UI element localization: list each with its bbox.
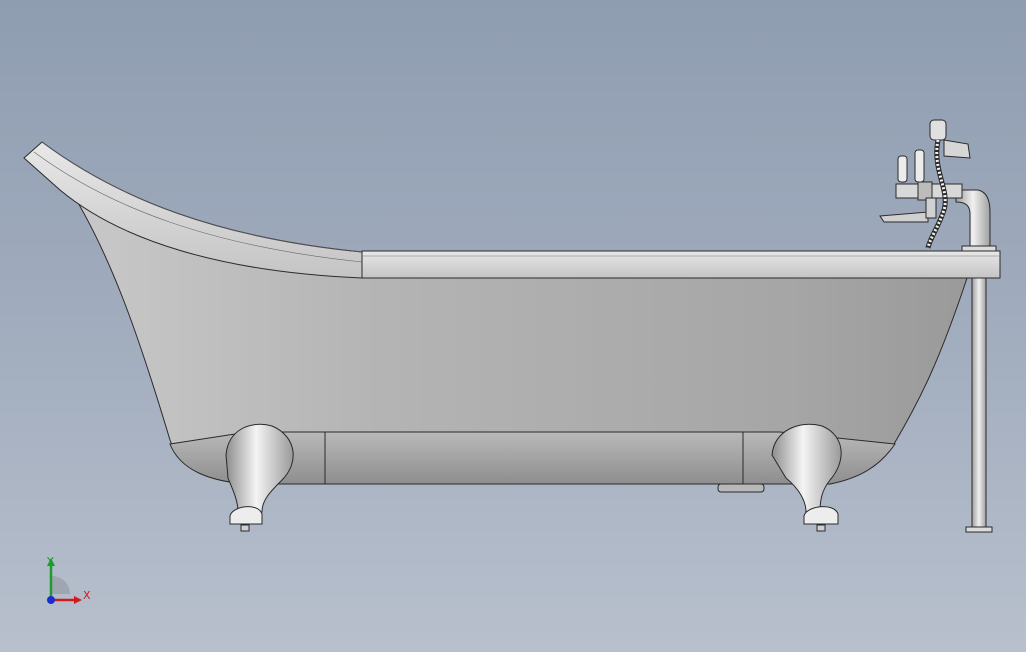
standpipe bbox=[965, 277, 993, 533]
y-axis-label: Y bbox=[47, 555, 54, 568]
x-axis-label: X bbox=[83, 589, 91, 602]
drain-outlet bbox=[717, 483, 765, 493]
claw-foot-left bbox=[225, 423, 294, 532]
straight-rim bbox=[361, 250, 1001, 279]
bathtub-model[interactable] bbox=[0, 0, 1026, 652]
z-axis-dot bbox=[47, 596, 55, 604]
graphics-viewport[interactable]: Y X bbox=[0, 0, 1026, 652]
faucet-assembly bbox=[879, 119, 997, 252]
